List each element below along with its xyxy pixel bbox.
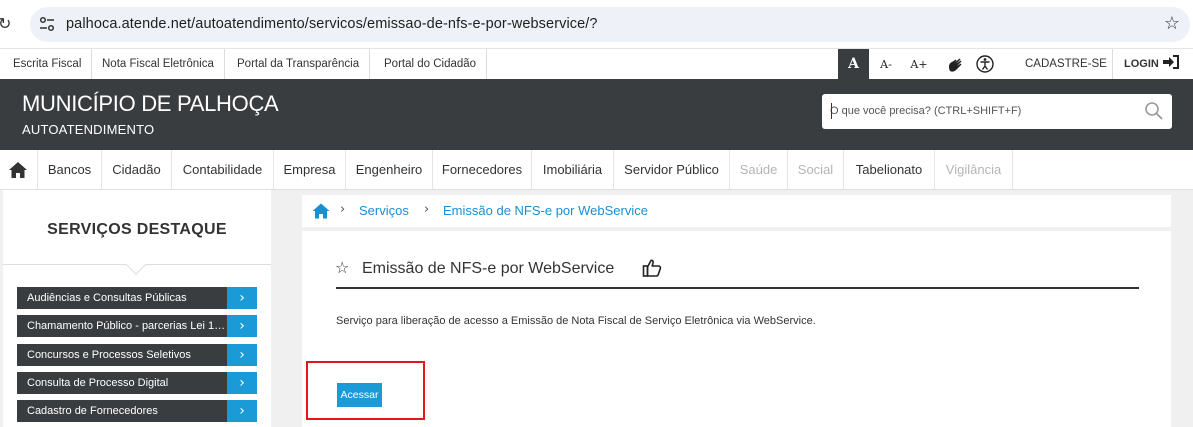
font-decrease-button[interactable]: A- [872,49,900,80]
chevron-right-icon[interactable]: › [227,372,257,394]
site-header: MUNICÍPIO DE PALHOÇA AUTOATENDIMENTO [0,79,1193,150]
nav-item-fornecedores[interactable]: Fornecedores [433,150,532,190]
breadcrumb-home-icon[interactable] [312,203,330,219]
breadcrumb-separator: › [424,202,430,217]
sign-language-icon[interactable] [944,49,966,80]
sidebar-item-concursos[interactable]: Concursos e Processos Seletivos › [17,344,257,366]
chevron-right-icon[interactable]: › [227,400,257,422]
font-normal-button[interactable]: A [838,49,869,80]
featured-services-sidebar: SERVIÇOS DESTAQUE Audiências e Consultas… [3,190,271,427]
divider [1112,49,1113,80]
nav-item-bancos[interactable]: Bancos [38,150,102,190]
service-content: ☆ Emissão de NFS-e por WebService Serviç… [302,231,1171,427]
title-divider [336,287,1139,289]
chevron-right-icon[interactable]: › [227,287,257,309]
sidebar-item-label: Concursos e Processos Seletivos [27,349,191,361]
sidebar-item-processo-digital[interactable]: Consulta de Processo Digital › [17,372,257,394]
access-button[interactable]: Acessar [337,383,382,407]
toplink-escrita-fiscal[interactable]: Escrita Fiscal [3,49,93,80]
service-description: Serviço para liberação de acesso a Emiss… [336,315,816,327]
chevron-right-icon[interactable]: › [227,315,257,337]
main-nav: Bancos Cidadão Contabilidade Empresa Eng… [0,150,1193,190]
font-increase-button[interactable]: A+ [904,49,934,80]
toplink-portal-cidadao[interactable]: Portal do Cidadão [374,49,488,80]
reload-icon[interactable]: ↻ [0,14,14,34]
sidebar-item-label: Cadastro de Fornecedores [27,405,158,417]
sidebar-header: SERVIÇOS DESTAQUE [3,190,271,265]
toplink-nota-fiscal[interactable]: Nota Fiscal Eletrônica [92,49,225,80]
site-subtitle: AUTOATENDIMENTO [22,122,155,137]
sidebar-item-label: Audiências e Consultas Públicas [27,292,187,304]
nav-item-tabelionato[interactable]: Tabelionato [844,150,935,190]
nav-item-saude: Saúde [730,150,788,190]
nav-item-empresa[interactable]: Empresa [274,150,346,190]
toplink-portal-transparencia[interactable]: Portal da Transparência [227,49,371,80]
sidebar-item-label: Chamamento Público - parcerias Lei 13.01… [27,320,227,332]
sidebar-item-chamamento[interactable]: Chamamento Público - parcerias Lei 13.01… [17,315,257,337]
nav-item-vigilancia: Vigilância [935,150,1013,190]
browser-toolbar: ↻ palhoca.atende.net/autoatendimento/ser… [0,0,1193,48]
login-icon [1162,55,1179,69]
breadcrumb: › Serviços › Emissão de NFS-e por WebSer… [302,195,1171,227]
breadcrumb-separator: › [340,202,346,217]
service-title: Emissão de NFS-e por WebService [362,260,615,277]
sidebar-item-label: Consulta de Processo Digital [27,377,169,389]
nav-item-imobiliaria[interactable]: Imobiliária [532,150,614,190]
register-link[interactable]: CADASTRE-SE [1025,49,1107,80]
login-label: LOGIN [1124,58,1159,70]
site-settings-icon[interactable] [38,15,56,33]
nav-item-cidadao[interactable]: Cidadão [102,150,172,190]
site-title[interactable]: MUNICÍPIO DE PALHOÇA [22,91,279,117]
login-link[interactable]: LOGIN [1124,49,1180,80]
breadcrumb-servicos[interactable]: Serviços [359,203,409,218]
nav-home[interactable] [0,150,38,190]
nav-item-engenheiro[interactable]: Engenheiro [346,150,433,190]
breadcrumb-current[interactable]: Emissão de NFS-e por WebService [443,203,648,218]
home-icon [9,162,27,178]
favorite-star-icon[interactable]: ☆ [335,258,349,277]
nav-item-servidor-publico[interactable]: Servidor Público [614,150,730,190]
sidebar-item-fornecedores[interactable]: Cadastro de Fornecedores › [17,400,257,422]
search-box[interactable] [822,94,1172,129]
nav-item-contabilidade[interactable]: Contabilidade [172,150,274,190]
text-caret [831,103,832,119]
search-icon[interactable] [1144,101,1164,121]
thumbs-up-icon[interactable] [642,258,662,278]
nav-item-social: Social [788,150,844,190]
search-input[interactable] [830,101,1130,121]
accessibility-icon[interactable] [974,49,996,80]
chevron-right-icon[interactable]: › [227,344,257,366]
url-text[interactable]: palhoca.atende.net/autoatendimento/servi… [66,16,598,32]
address-bar[interactable]: palhoca.atende.net/autoatendimento/servi… [30,7,1190,42]
sidebar-title: SERVIÇOS DESTAQUE [47,221,227,238]
top-links-bar: Escrita Fiscal Nota Fiscal Eletrônica Po… [0,48,1193,80]
bookmark-star-icon[interactable]: ☆ [1164,13,1180,34]
sidebar-item-audiencias[interactable]: Audiências e Consultas Públicas › [17,287,257,309]
